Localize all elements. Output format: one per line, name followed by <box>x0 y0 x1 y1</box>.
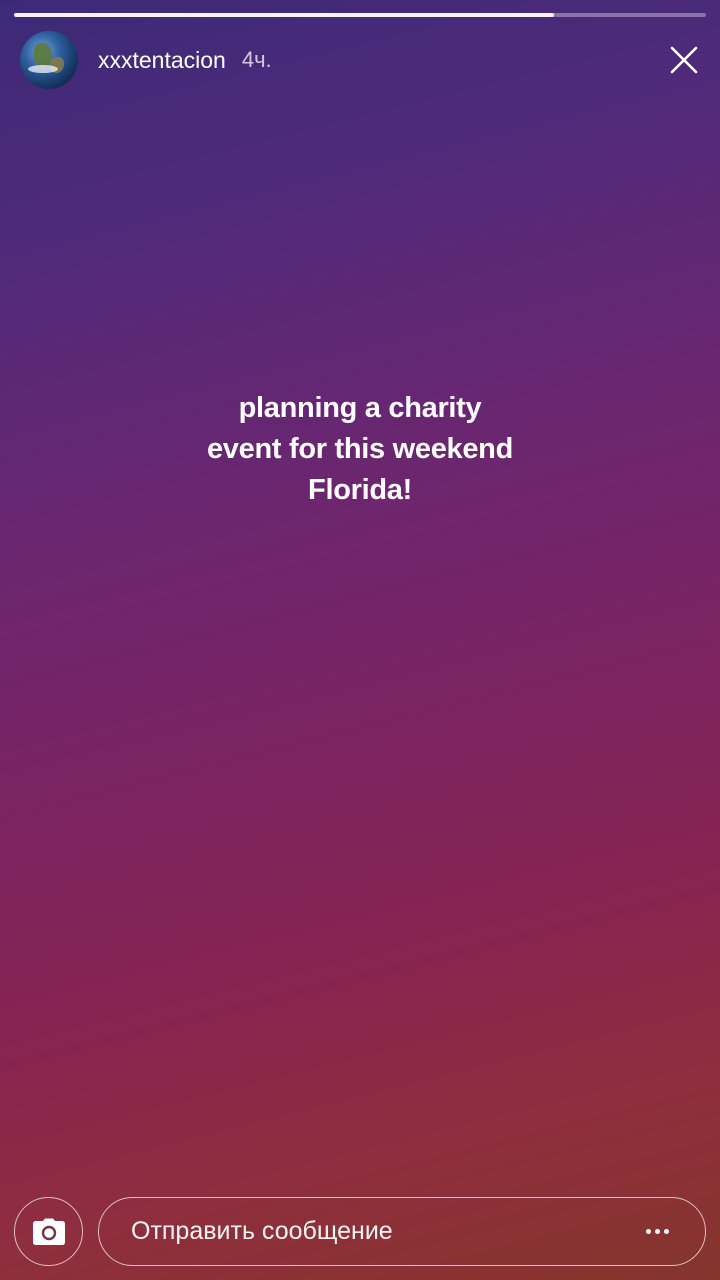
story-progress-bar <box>14 13 706 17</box>
story-progress-fill <box>14 13 554 17</box>
story-timestamp: 4ч. <box>241 47 272 72</box>
story-text: planning a charity event for this weeken… <box>0 388 720 511</box>
username[interactable]: xxxtentacion <box>98 47 226 74</box>
close-button[interactable] <box>668 44 700 76</box>
story-text-line: Florida! <box>308 474 412 506</box>
story-header: xxxtentacion 4ч. <box>20 30 706 90</box>
story-text-line: planning a charity <box>238 392 482 424</box>
avatar[interactable] <box>20 31 78 89</box>
camera-button[interactable] <box>14 1197 83 1266</box>
story-text-line: event for this weekend <box>206 433 514 465</box>
more-dots-icon[interactable] <box>646 1229 669 1234</box>
message-placeholder: Отправить сообщение <box>131 1217 393 1245</box>
close-icon <box>670 46 698 74</box>
send-message-input[interactable]: Отправить сообщение <box>98 1197 706 1266</box>
camera-icon <box>32 1218 65 1245</box>
